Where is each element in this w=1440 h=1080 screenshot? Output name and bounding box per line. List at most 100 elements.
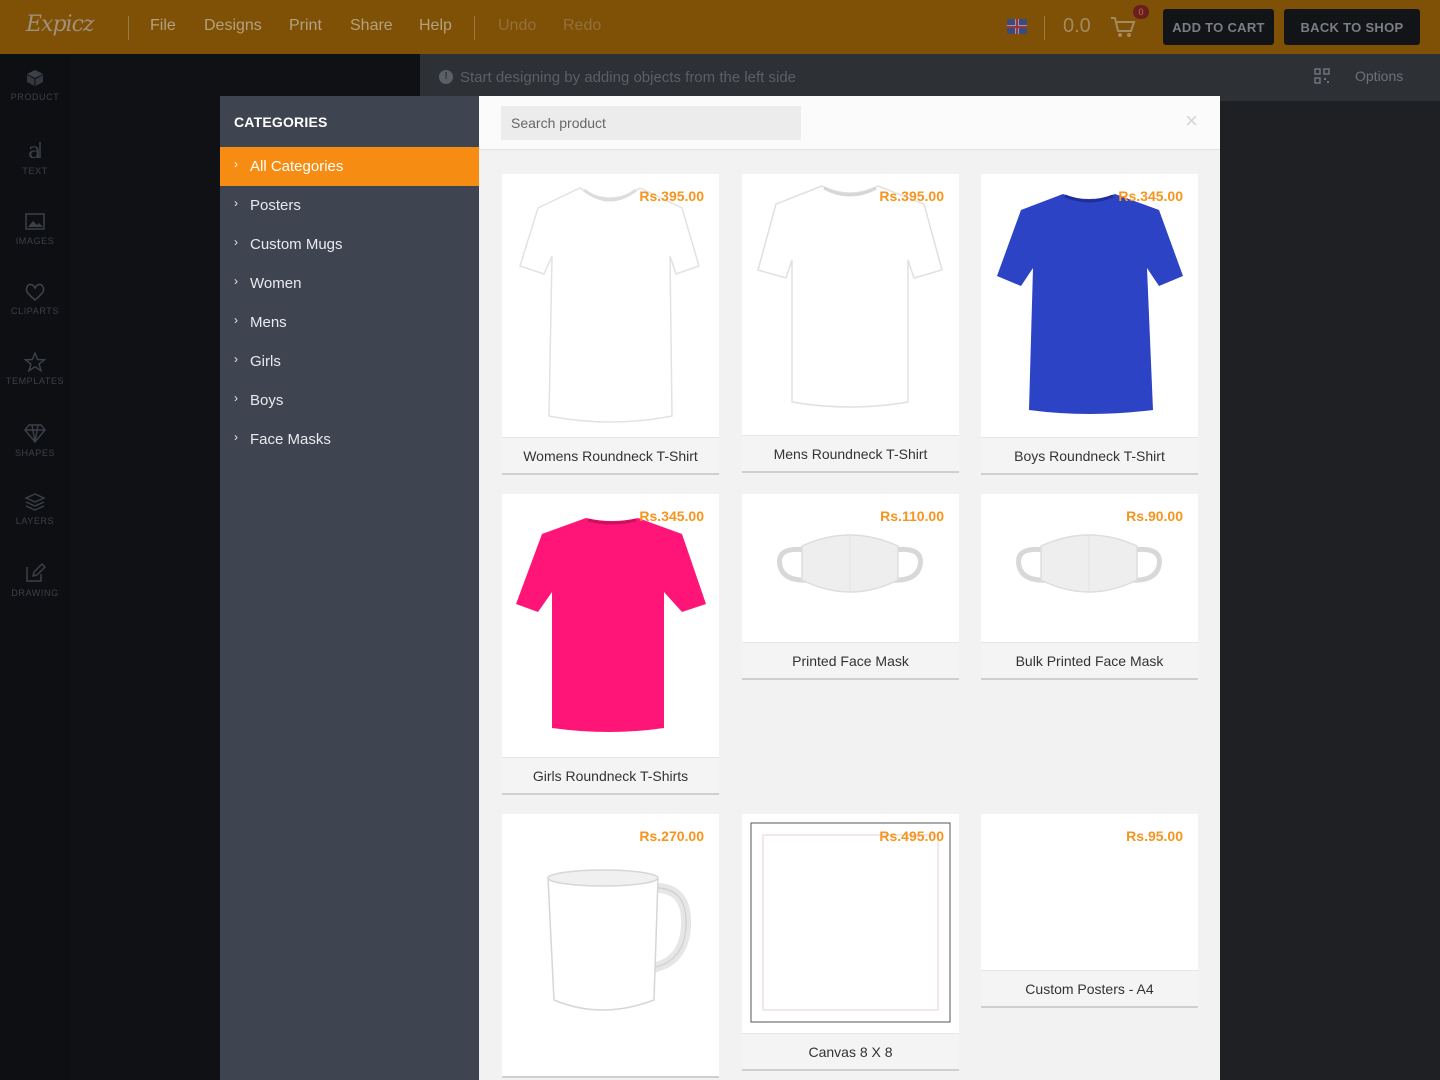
divider bbox=[1044, 16, 1045, 40]
chevron-right-icon: › bbox=[234, 156, 238, 171]
options-button[interactable]: Options bbox=[1355, 68, 1403, 84]
close-icon[interactable]: × bbox=[1185, 108, 1198, 134]
svg-text:a: a bbox=[28, 139, 41, 162]
chevron-right-icon: › bbox=[234, 351, 238, 366]
category-all[interactable]: › All Categories bbox=[220, 147, 479, 186]
image-icon bbox=[25, 213, 45, 230]
category-label: Boys bbox=[250, 392, 284, 409]
cart-total: 0.0 bbox=[1063, 15, 1091, 37]
product-price: Rs.395.00 bbox=[639, 188, 704, 204]
product-name: Boys Roundneck T-Shirt bbox=[981, 437, 1198, 473]
top-bar: Expicz File Designs Print Share Help Und… bbox=[0, 0, 1440, 54]
tshirt-icon bbox=[997, 194, 1183, 414]
menu-redo[interactable]: Redo bbox=[563, 17, 601, 35]
category-boys[interactable]: › Boys bbox=[220, 381, 479, 420]
tool-shapes[interactable]: SHAPES bbox=[0, 422, 70, 458]
add-to-cart-button[interactable]: ADD TO CART bbox=[1163, 9, 1274, 45]
menu-designs[interactable]: Designs bbox=[204, 17, 262, 35]
category-label: Girls bbox=[250, 353, 281, 370]
uk-flag-icon[interactable] bbox=[1007, 19, 1027, 34]
product-card[interactable]: Rs.90.00 Bulk Printed Face Mask bbox=[981, 494, 1198, 680]
app-logo[interactable]: Expicz bbox=[26, 12, 94, 37]
product-card[interactable]: Rs.95.00 Custom Posters - A4 bbox=[981, 814, 1198, 1008]
categories-title: CATEGORIES bbox=[234, 114, 328, 130]
category-label: Face Masks bbox=[250, 431, 331, 448]
pencil-icon bbox=[26, 562, 46, 582]
product-name: Girls Roundneck T-Shirts bbox=[502, 757, 719, 793]
category-label: Women bbox=[250, 275, 302, 292]
divider bbox=[474, 16, 475, 40]
product-price: Rs.395.00 bbox=[879, 188, 944, 204]
tool-product[interactable]: PRODUCT bbox=[0, 68, 70, 102]
category-custom-mugs[interactable]: › Custom Mugs bbox=[220, 225, 479, 264]
product-card[interactable]: Rs.345.00 Boys Roundneck T-Shirt bbox=[981, 174, 1198, 475]
product-card[interactable]: Rs.110.00 Printed Face Mask bbox=[742, 494, 959, 680]
search-input[interactable] bbox=[501, 106, 801, 140]
category-girls[interactable]: › Girls bbox=[220, 342, 479, 381]
shopping-cart-icon[interactable] bbox=[1110, 16, 1136, 38]
product-price: Rs.95.00 bbox=[1126, 828, 1183, 844]
chevron-right-icon: › bbox=[234, 234, 238, 249]
product-card[interactable]: Rs.395.00 Mens Roundneck T-Shirt bbox=[742, 174, 959, 473]
tool-label: LAYERS bbox=[15, 516, 55, 526]
category-label: All Categories bbox=[250, 158, 344, 175]
product-price: Rs.345.00 bbox=[1118, 188, 1183, 204]
product-image: Rs.95.00 bbox=[981, 814, 1198, 970]
canvas-frame-icon bbox=[750, 822, 951, 1023]
category-face-masks[interactable]: › Face Masks bbox=[220, 420, 479, 459]
tool-label: PRODUCT bbox=[10, 92, 60, 102]
tool-cliparts[interactable]: CLIPARTS bbox=[0, 282, 70, 316]
menu-share[interactable]: Share bbox=[350, 17, 393, 35]
category-label: Custom Mugs bbox=[250, 236, 343, 253]
category-mens[interactable]: › Mens bbox=[220, 303, 479, 342]
category-posters[interactable]: › Posters bbox=[220, 186, 479, 225]
chevron-right-icon: › bbox=[234, 273, 238, 288]
tool-templates[interactable]: TEMPLATES bbox=[0, 352, 70, 386]
categories-panel: CATEGORIES › All Categories › Posters › … bbox=[220, 96, 479, 1080]
product-image: Rs.395.00 bbox=[742, 174, 959, 435]
category-label: Mens bbox=[250, 314, 287, 331]
product-card[interactable]: Rs.345.00 Girls Roundneck T-Shirts bbox=[502, 494, 719, 795]
back-to-shop-button[interactable]: BACK TO SHOP bbox=[1284, 9, 1420, 45]
product-image: Rs.110.00 bbox=[742, 494, 959, 642]
product-image: Rs.270.00 bbox=[502, 814, 719, 1076]
tool-label: DRAWING bbox=[11, 588, 59, 598]
tool-images[interactable]: IMAGES bbox=[0, 212, 70, 246]
tshirt-icon bbox=[519, 187, 700, 423]
product-name: Mens Roundneck T-Shirt bbox=[742, 435, 959, 471]
text-icon: a bbox=[28, 139, 41, 162]
product-name: Custom Posters - A4 bbox=[981, 970, 1198, 1006]
tool-label: TEMPLATES bbox=[5, 376, 65, 386]
tool-layers[interactable]: LAYERS bbox=[0, 492, 70, 526]
tool-label: SHAPES bbox=[14, 448, 56, 458]
category-women[interactable]: › Women bbox=[220, 264, 479, 303]
product-image: Rs.395.00 bbox=[502, 174, 719, 437]
menu-help[interactable]: Help bbox=[419, 17, 452, 35]
mug-icon bbox=[547, 869, 692, 1011]
chevron-right-icon: › bbox=[234, 195, 238, 210]
heart-icon bbox=[25, 283, 45, 302]
menu-print[interactable]: Print bbox=[289, 17, 322, 35]
product-card[interactable]: Rs.495.00 Canvas 8 X 8 bbox=[742, 814, 959, 1071]
cart-count-badge: 0 bbox=[1133, 5, 1149, 19]
product-image: Rs.90.00 bbox=[981, 494, 1198, 642]
product-card[interactable]: Rs.270.00 bbox=[502, 814, 719, 1078]
chevron-right-icon: › bbox=[234, 312, 238, 327]
qr-code-icon[interactable] bbox=[1314, 68, 1330, 84]
hint-text: Start designing by adding objects from t… bbox=[460, 69, 797, 86]
star-icon bbox=[24, 352, 46, 372]
tool-drawing[interactable]: DRAWING bbox=[0, 562, 70, 598]
product-image: Rs.495.00 bbox=[742, 814, 959, 1033]
tool-label: CLIPARTS bbox=[11, 306, 59, 316]
tool-label: TEXT bbox=[22, 166, 48, 176]
product-card[interactable]: Rs.395.00 Womens Roundneck T-Shirt bbox=[502, 174, 719, 475]
product-name: Womens Roundneck T-Shirt bbox=[502, 437, 719, 473]
tool-label: IMAGES bbox=[15, 236, 55, 246]
menu-file[interactable]: File bbox=[150, 17, 176, 35]
product-price: Rs.270.00 bbox=[639, 828, 704, 844]
menu-undo[interactable]: Undo bbox=[498, 17, 536, 35]
info-icon: ! bbox=[439, 70, 453, 84]
layers-icon bbox=[24, 493, 46, 511]
tool-text[interactable]: a TEXT bbox=[0, 138, 70, 176]
product-price: Rs.345.00 bbox=[639, 508, 704, 524]
